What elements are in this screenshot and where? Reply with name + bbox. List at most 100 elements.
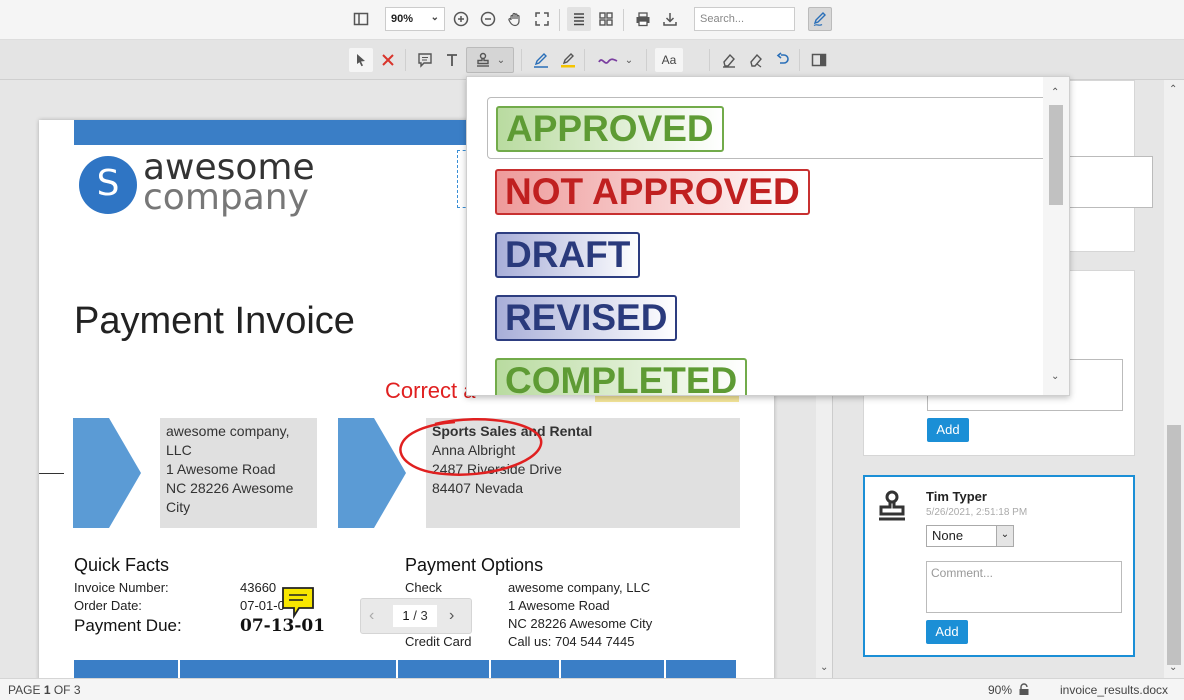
file-name: invoice_results.docx (1060, 683, 1169, 697)
next-page-icon[interactable]: › (449, 607, 454, 625)
zoom-out-icon[interactable] (476, 7, 500, 31)
stamp-option-not-approved[interactable]: NOT APPROVED (487, 161, 1053, 223)
order-date-label: Order Date: (74, 598, 142, 613)
free-text-annotation[interactable]: Correct a (385, 378, 475, 404)
chevron-down-icon: ⌄ (496, 54, 506, 66)
text-tool-icon[interactable] (440, 48, 464, 72)
scroll-down-icon[interactable]: ⌄ (820, 662, 828, 673)
seller-street: 1 Awesome Road (166, 461, 276, 477)
stamp-dropdown: APPROVED NOT APPROVED DRAFT REVISED COMP… (466, 76, 1070, 396)
scroll-up-icon[interactable]: ⌃ (1051, 87, 1059, 98)
line-style-select[interactable]: ⌄ (592, 47, 638, 73)
divider-line (39, 473, 64, 474)
chevron-down-icon: ⌄ (430, 12, 439, 23)
freehand-ink-circle[interactable] (395, 416, 547, 482)
page-status: PAGE 1 OF 3 (8, 683, 81, 697)
add-comment-button[interactable]: Add (927, 418, 969, 442)
lock-icon (1019, 683, 1029, 695)
invoice-number-value: 43660 (240, 580, 277, 595)
stamp-label: REVISED (495, 295, 678, 341)
annotation-toolbar: ⌄ ⌄ Aa (0, 40, 1184, 80)
chevron-down-icon: ⌄ (996, 526, 1013, 546)
main-toolbar: 90% ⌄ Search... (0, 0, 1184, 40)
clear-annotations-icon[interactable] (744, 48, 768, 72)
pen-tool-icon[interactable] (529, 48, 553, 72)
single-page-view-icon[interactable] (567, 7, 591, 31)
page-indicator[interactable]: 1 / 3 (393, 605, 437, 627)
stamp-option-revised[interactable]: REVISED (487, 287, 1053, 349)
toolbar-divider (799, 49, 800, 71)
add-comment-button[interactable]: Add (926, 620, 968, 644)
toolbar-divider (559, 9, 560, 31)
select-pointer-icon[interactable] (349, 48, 373, 72)
status-select[interactable]: None ⌄ (926, 525, 1014, 547)
undo-icon[interactable] (771, 48, 795, 72)
stamp-icon (476, 52, 489, 67)
page-status-suffix: OF 3 (53, 683, 81, 697)
payee-name: awesome company, LLC (508, 580, 651, 595)
stamp-option-approved[interactable]: APPROVED (487, 97, 1053, 159)
zoom-value: 90% (391, 13, 414, 25)
payment-options-heading: Payment Options (405, 555, 544, 575)
print-icon[interactable] (631, 7, 655, 31)
dropdown-scrollbar[interactable]: ⌃ ⌄ (1043, 77, 1069, 395)
pan-hand-icon[interactable] (503, 7, 527, 31)
invoice-number-label: Invoice Number: (74, 580, 169, 595)
stamp-option-completed[interactable]: COMPLETED (487, 350, 1053, 395)
payment-due-label: Payment Due: (74, 616, 182, 635)
comment-field[interactable]: Comment... (926, 561, 1122, 613)
panel-toggle-icon[interactable] (807, 48, 831, 72)
toolbar-divider (709, 49, 710, 71)
highlight-annotation[interactable] (595, 396, 739, 402)
highlighter-icon[interactable] (556, 48, 580, 72)
logo-text-line2: company (143, 177, 309, 218)
seller-address-block: awesome company, LLC 1 Awesome Road NC 2… (160, 418, 317, 528)
current-page: 1 (402, 608, 410, 623)
panel-scrollbar[interactable]: ⌃ ⌄ (1164, 80, 1184, 678)
seller-name: awesome company, LLC (166, 423, 290, 458)
scroll-thumb[interactable] (1167, 425, 1181, 665)
scroll-thumb[interactable] (1049, 105, 1063, 205)
stamp-option-draft[interactable]: DRAFT (487, 224, 1053, 286)
stamp-tool-button[interactable]: ⌄ (466, 47, 514, 73)
toolbar-divider (646, 49, 647, 71)
page-separator: / (413, 608, 417, 623)
payee-street: 1 Awesome Road (508, 598, 610, 613)
page-title: Payment Invoice (74, 300, 355, 342)
sidebar-toggle-icon[interactable] (349, 7, 373, 31)
download-icon[interactable] (658, 7, 682, 31)
grid-view-icon[interactable] (594, 7, 618, 31)
arrow-shape (73, 418, 141, 528)
prev-page-icon[interactable]: ‹ (369, 607, 374, 625)
page-status-number: 1 (43, 683, 51, 697)
credit-card-label: Credit Card (405, 634, 472, 649)
annotation-mode-icon[interactable] (808, 7, 832, 31)
font-settings-button[interactable]: Aa (655, 48, 683, 72)
sticky-note-icon[interactable] (281, 586, 315, 620)
stamp-label: COMPLETED (495, 358, 748, 395)
fit-page-icon[interactable] (530, 7, 554, 31)
scroll-up-icon[interactable]: ⌃ (1169, 84, 1177, 95)
page-navigator: ‹ 1 / 3 › (360, 598, 472, 634)
search-input[interactable]: Search... (694, 7, 795, 31)
stamp-label: APPROVED (496, 106, 724, 152)
logo-badge: S (79, 156, 137, 214)
comment-icon[interactable] (413, 48, 437, 72)
toolbar-divider (584, 49, 585, 71)
scroll-down-icon[interactable]: ⌄ (1051, 371, 1059, 382)
comment-card-selected[interactable]: Tim Typer 5/26/2021, 2:51:18 PM None ⌄ C… (863, 475, 1135, 657)
comment-timestamp: 5/26/2021, 2:51:18 PM (926, 507, 1028, 518)
zoom-select[interactable]: 90% ⌄ (385, 7, 445, 31)
toolbar-divider (405, 49, 406, 71)
toolbar-divider (623, 9, 624, 31)
delete-annotation-icon[interactable] (376, 48, 400, 72)
status-bar: PAGE 1 OF 3 90% invoice_results.docx (0, 678, 1184, 700)
zoom-in-icon[interactable] (449, 7, 473, 31)
table-header-band (74, 660, 736, 678)
zoom-status: 90% (988, 683, 1013, 697)
check-label: Check (405, 580, 442, 595)
chevron-down-icon: ⌄ (624, 54, 634, 66)
eraser-icon[interactable] (717, 48, 741, 72)
scroll-down-icon[interactable]: ⌄ (1169, 662, 1177, 673)
order-date-value: 07-01-0 (240, 598, 285, 613)
